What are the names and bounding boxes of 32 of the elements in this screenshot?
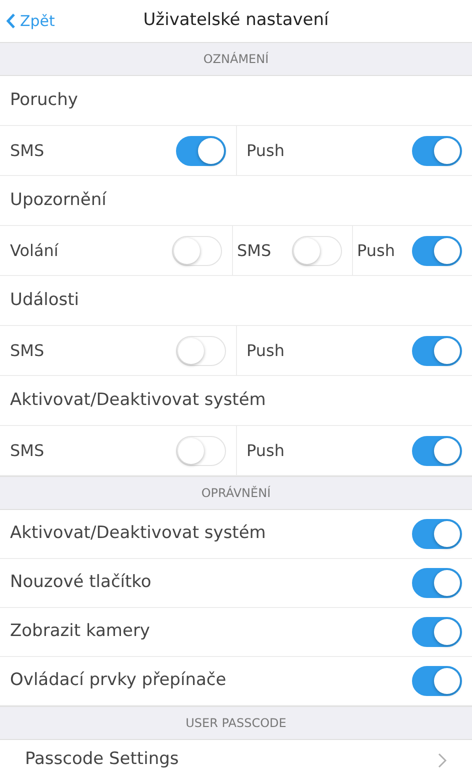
toggle-switch[interactable] [412, 336, 462, 366]
group-heading: Poruchy [10, 88, 78, 112]
section-header: OPRÁVNĚNÍ [0, 476, 472, 510]
group-heading: Aktivovat/Deaktivovat systém [10, 388, 266, 412]
toggle-label: Push [246, 440, 284, 462]
toggle-switch[interactable] [176, 136, 226, 166]
toggle-switch[interactable] [412, 568, 462, 598]
setting-label: Aktivovat/Deaktivovat systém [10, 522, 266, 546]
toggle-label: Push [357, 240, 395, 262]
section-header: USER PASSCODE [0, 706, 472, 740]
chevron-left-icon [6, 13, 16, 30]
setting-label: Nouzové tlačítko [10, 571, 152, 594]
setting-label: Ovládací prvky přepínače [10, 669, 226, 692]
group-heading: Události [10, 288, 80, 312]
section-header: OZNÁMENÍ [0, 42, 472, 76]
toggle-label: Volání [10, 240, 58, 262]
toggle-label: Push [246, 340, 284, 362]
toggle-switch[interactable] [412, 236, 462, 266]
toggle-switch[interactable] [412, 436, 462, 466]
toggle-switch[interactable] [412, 666, 462, 696]
toggle-switch[interactable] [412, 617, 462, 647]
toggle-switch[interactable] [412, 136, 462, 166]
setting-label: Zobrazit kamery [10, 620, 150, 644]
toggle-label: SMS [10, 340, 44, 362]
toggle-label: SMS [237, 240, 272, 262]
group-heading: Upozornění [10, 188, 106, 212]
chevron-right-icon [438, 752, 447, 768]
toggle-label: Push [246, 140, 284, 162]
page-title: Uživatelské nastavení [143, 9, 329, 32]
toggle-switch[interactable] [412, 519, 462, 549]
toggle-label: SMS [10, 140, 44, 162]
toggle-label: SMS [10, 440, 44, 462]
